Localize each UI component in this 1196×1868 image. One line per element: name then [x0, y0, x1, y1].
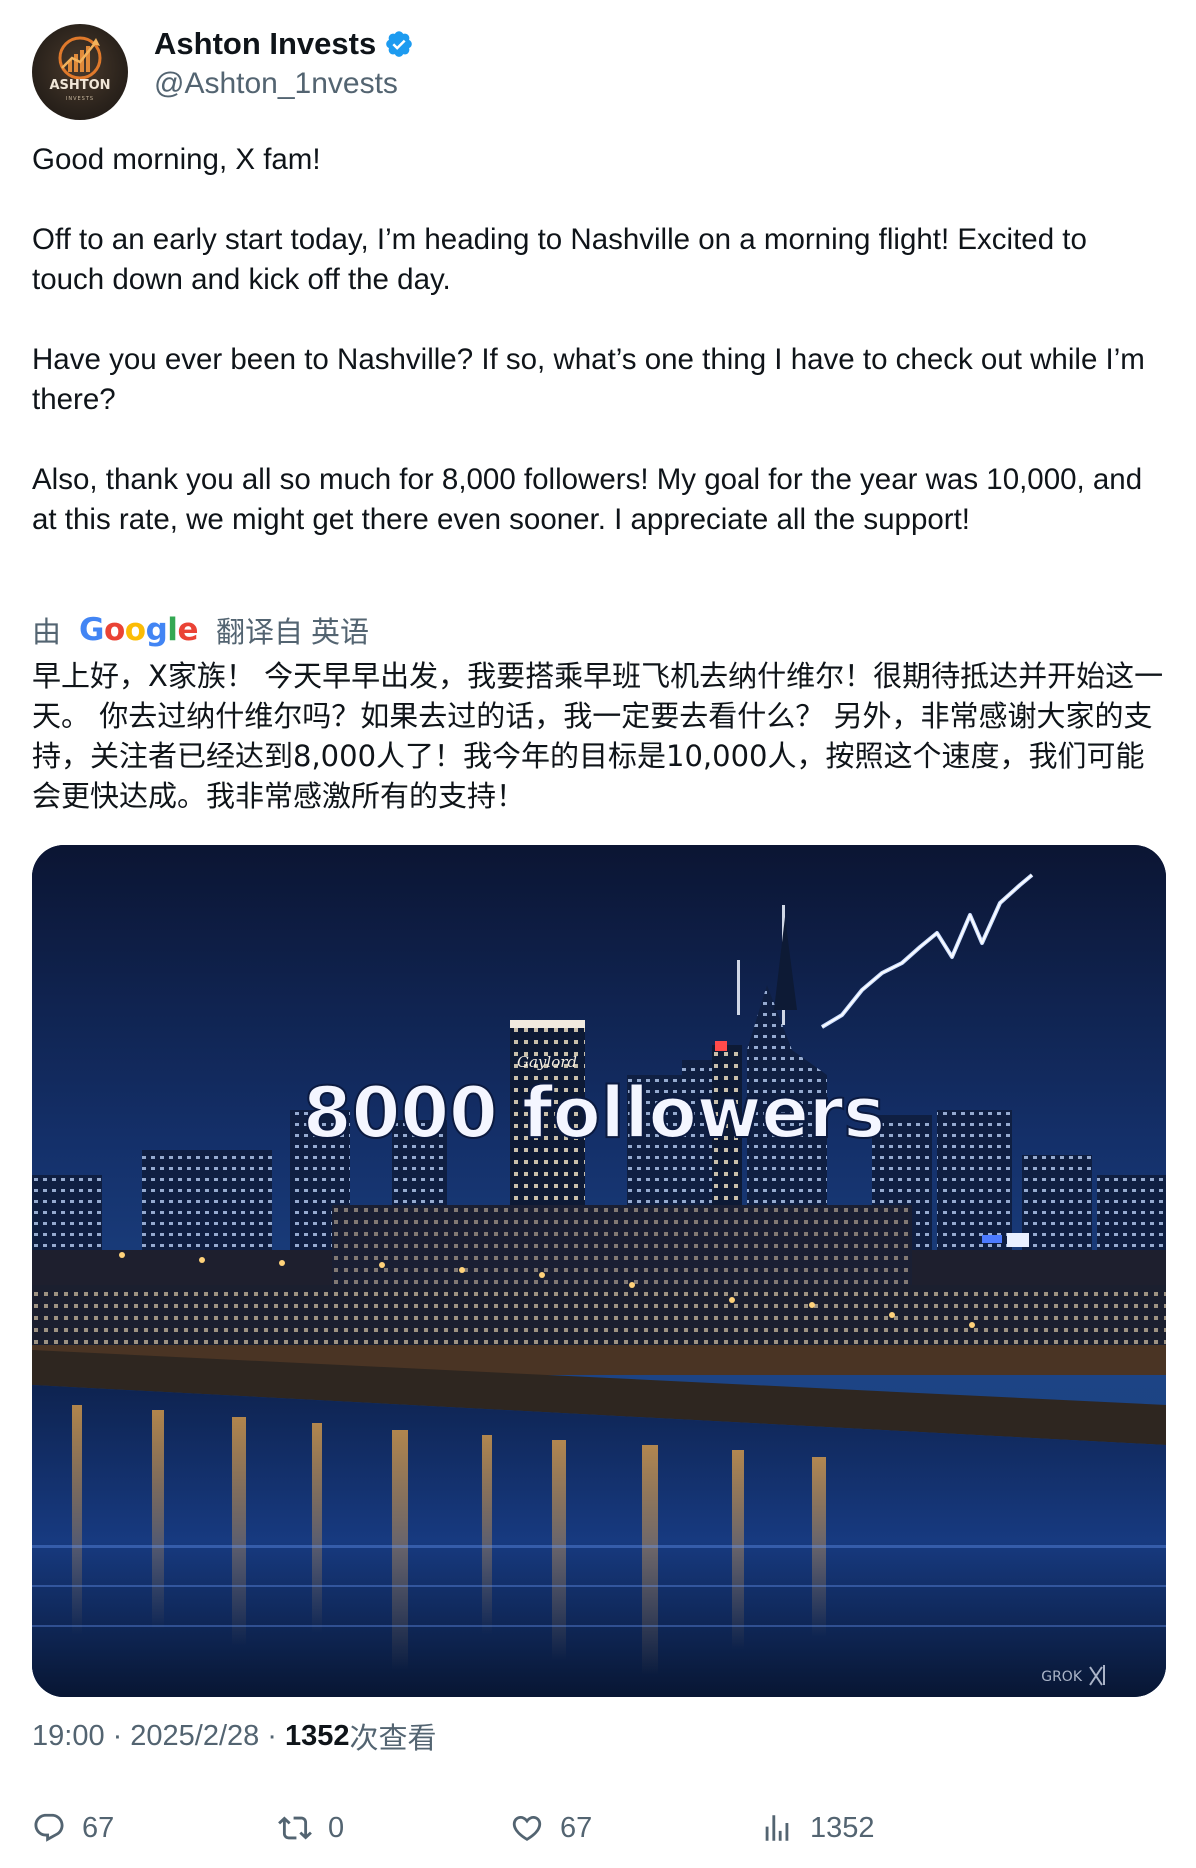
- tweet-header: ASHTON INVESTS Ashton Invests @Ashton_1n…: [32, 24, 1162, 124]
- like-button[interactable]: 67: [510, 1804, 592, 1852]
- reply-icon: [34, 1813, 64, 1842]
- tweet-meta: 19:00 · 2025/2/28 · 1352 次查看: [32, 1716, 436, 1756]
- meta-separator: ·: [267, 1719, 277, 1752]
- tweet-time[interactable]: 19:00: [32, 1720, 105, 1753]
- views-label: 次查看: [349, 1723, 437, 1755]
- reply-button[interactable]: 67: [32, 1804, 114, 1852]
- display-name-row: Ashton Invests: [154, 24, 414, 64]
- svg-text:GROK: GROK: [1041, 1669, 1083, 1685]
- tweet-paragraph: Good morning, X fam!: [32, 143, 321, 176]
- tweet-date[interactable]: 2025/2/28: [130, 1720, 259, 1753]
- author-info: Ashton Invests @Ashton_1nvests: [154, 24, 414, 101]
- svg-text:INVESTS: INVESTS: [66, 96, 94, 102]
- svg-text:ASHTON: ASHTON: [49, 78, 110, 93]
- views-count: 1352: [284, 1719, 350, 1752]
- nashville-skyline-image: Gaylord 8000 followers GROK: [32, 845, 1166, 1697]
- google-logo-icon: Google: [79, 612, 198, 648]
- reply-count: 67: [82, 1811, 115, 1844]
- svg-text:8000 followers: 8000 followers: [303, 1072, 885, 1154]
- svg-text:Gaylord: Gaylord: [517, 1053, 577, 1071]
- tweet-paragraph: Have you ever been to Nashville? If so, …: [32, 343, 1154, 416]
- tweet-paragraph: Also, thank you all so much for 8,000 fo…: [32, 463, 1151, 536]
- tweet-actions: 67 0 67 1352: [32, 1804, 1164, 1852]
- display-name[interactable]: Ashton Invests: [154, 26, 376, 62]
- views-action-count: 1352: [810, 1811, 875, 1844]
- heart-icon: [512, 1815, 542, 1841]
- avatar[interactable]: ASHTON INVESTS: [32, 24, 128, 120]
- verified-badge-icon[interactable]: [384, 29, 414, 59]
- analytics-icon: [765, 1815, 789, 1841]
- views-button[interactable]: 1352: [760, 1804, 875, 1852]
- like-count: 67: [560, 1811, 593, 1844]
- repost-icon: [278, 1816, 312, 1840]
- translation-by-label: 由: [32, 617, 62, 649]
- translation-from-label: 翻译自 英语: [215, 617, 370, 649]
- repost-count: 0: [328, 1811, 345, 1844]
- tweet-text: Good morning, X fam! Off to an early sta…: [32, 140, 1164, 540]
- repost-button[interactable]: 0: [278, 1804, 344, 1852]
- tweet-paragraph: Off to an early start today, I’m heading…: [32, 223, 1096, 296]
- avatar-logo-icon: ASHTON INVESTS: [49, 36, 111, 102]
- tweet-detail: ASHTON INVESTS Ashton Invests @Ashton_1n…: [0, 0, 1196, 1868]
- translated-text: 早上好，X家族！ 今天早早出发，我要搭乘早班飞机去纳什维尔！很期待抵达并开始这一…: [32, 659, 1164, 813]
- handle[interactable]: @Ashton_1nvests: [154, 67, 414, 101]
- tweet-image[interactable]: Gaylord 8000 followers GROK: [32, 845, 1166, 1697]
- translation-attribution[interactable]: 由 Google 翻译自 英语: [32, 610, 369, 650]
- meta-separator: ·: [112, 1719, 123, 1752]
